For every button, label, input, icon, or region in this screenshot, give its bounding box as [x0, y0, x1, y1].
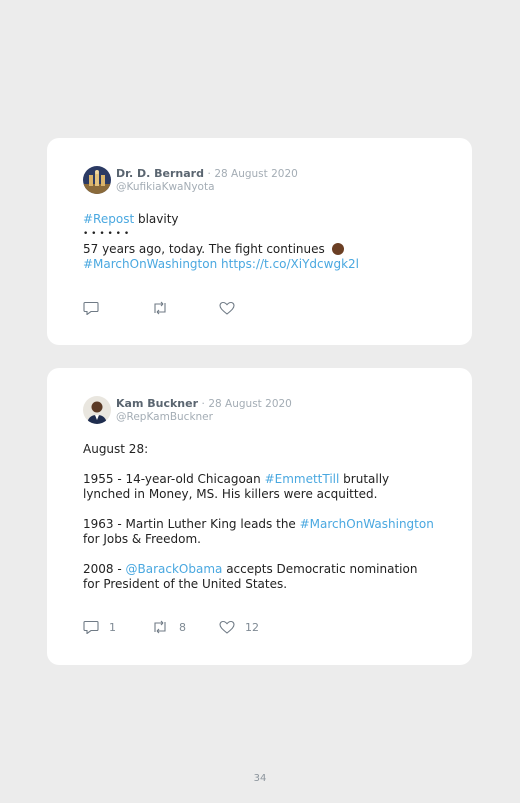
author-handle[interactable]: @KufikiaKwaNyota — [116, 181, 298, 194]
tweet-text-segment: • • • • • • — [83, 229, 130, 239]
tweet-date[interactable]: 28 August 2020 — [214, 168, 298, 180]
author-name[interactable]: Kam Buckner — [116, 397, 198, 410]
mention-link[interactable]: @BarackObama — [126, 562, 223, 576]
tweet-text-segment: 57 years ago, today. The fight continues — [83, 242, 329, 256]
tweet-text-segment: 1963 - Martin Luther King leads the — [83, 517, 300, 531]
tweet-card: Kam Buckner · 28 August 2020 @RepKamBuck… — [47, 368, 472, 665]
raised-fist-emoji-icon — [331, 243, 344, 255]
tweet-text-segment: 2008 - — [83, 562, 126, 576]
retweet-icon — [154, 301, 166, 315]
reply-button[interactable] — [83, 301, 151, 315]
tweet-actions — [83, 300, 245, 316]
like-button[interactable]: 12 — [219, 620, 259, 634]
like-button[interactable] — [219, 301, 245, 315]
separator-dot: · — [207, 168, 211, 180]
hashtag-link[interactable]: #MarchOnWashington — [83, 257, 217, 271]
avatar[interactable] — [83, 396, 111, 424]
like-icon — [219, 301, 235, 315]
tweet-header: Kam Buckner · 28 August 2020 @RepKamBuck… — [83, 396, 436, 432]
author-block: Dr. D. Bernard · 28 August 2020 @Kufikia… — [116, 167, 298, 194]
author-handle[interactable]: @RepKamBuckner — [116, 411, 292, 424]
url-link[interactable]: https://t.co/XiYdcwgk2l — [221, 257, 359, 271]
retweet-button[interactable] — [151, 301, 219, 315]
tweet-text-segment: August 28: — [83, 442, 149, 456]
tweet-text: August 28: 1955 - 14-year-old Chicagoan … — [83, 442, 436, 592]
tweet-text-segment: blavity — [134, 212, 179, 226]
hashtag-link[interactable]: #MarchOnWashington — [300, 517, 434, 531]
author-name[interactable]: Dr. D. Bernard — [116, 167, 204, 180]
like-icon — [219, 620, 235, 634]
tweet-date[interactable]: 28 August 2020 — [208, 398, 292, 410]
page-number: 34 — [253, 773, 267, 784]
separator-dot: · — [201, 398, 205, 410]
hashtag-link[interactable]: #Repost — [83, 212, 134, 226]
reply-icon — [83, 620, 99, 634]
reply-count: 1 — [109, 620, 116, 634]
tweet-text-segment: 1955 - 14-year-old Chicagoan — [83, 472, 265, 486]
like-count: 12 — [245, 620, 259, 634]
retweet-icon — [154, 620, 166, 634]
reply-icon — [83, 301, 99, 315]
tweet-text-segment: for Jobs & Freedom. — [83, 532, 201, 546]
avatar[interactable] — [83, 166, 111, 194]
tweet-card: Dr. D. Bernard · 28 August 2020 @Kufikia… — [47, 138, 472, 345]
author-block: Kam Buckner · 28 August 2020 @RepKamBuck… — [116, 397, 292, 424]
hashtag-link[interactable]: #EmmettTill — [265, 472, 340, 486]
tweet-text: #Repost blavity • • • • • • 57 years ago… — [83, 212, 436, 272]
retweet-button[interactable]: 8 — [151, 620, 219, 634]
tweet-actions: 1 8 12 — [83, 619, 259, 635]
reply-button[interactable]: 1 — [83, 620, 151, 634]
tweet-header: Dr. D. Bernard · 28 August 2020 @Kufikia… — [83, 166, 436, 202]
retweet-count: 8 — [179, 620, 186, 634]
